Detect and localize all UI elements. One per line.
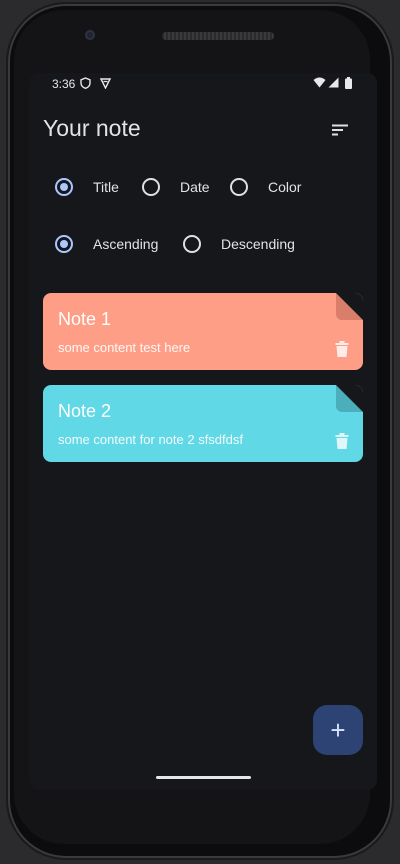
radio-label: Ascending: [93, 236, 159, 252]
device-viewport: 3:36 Your note Title Date Color Ascendin…: [0, 0, 400, 864]
home-indicator[interactable]: [156, 776, 251, 779]
cell-signal-icon: [328, 77, 339, 91]
sort-option-title[interactable]: Title: [55, 175, 119, 199]
shield-icon: [80, 77, 91, 92]
note-title: Note 2: [58, 401, 112, 421]
order-option-descending[interactable]: Descending: [183, 232, 295, 256]
add-icon: +: [330, 714, 346, 745]
note-content: some content test here: [58, 340, 191, 355]
page-title: Your note: [43, 115, 141, 141]
trash-icon: [335, 433, 349, 449]
note-fold-cutout: [336, 293, 363, 320]
trash-icon: [335, 341, 349, 357]
earpiece-speaker: [162, 32, 274, 40]
sort-option-date[interactable]: Date: [142, 175, 210, 199]
radio-label: Descending: [221, 236, 295, 252]
radio-unselected[interactable]: [230, 178, 248, 196]
radio-label: Color: [268, 179, 302, 195]
order-option-ascending[interactable]: Ascending: [55, 232, 158, 256]
app-screen: 3:36 Your note Title Date Color Ascendin…: [29, 73, 377, 790]
order-radio-group: Ascending Descending: [53, 232, 363, 256]
radio-unselected[interactable]: [142, 178, 160, 196]
radio-label: Title: [93, 179, 119, 195]
note-card[interactable]: Note 1 some content test here: [43, 293, 363, 370]
radio-selected[interactable]: [55, 235, 73, 253]
front-camera: [85, 30, 95, 40]
radio-label: Date: [180, 179, 210, 195]
note-fold-cutout: [336, 385, 363, 412]
note-title: Note 1: [58, 309, 112, 329]
radio-unselected[interactable]: [183, 235, 201, 253]
note-content: some content for note 2 sfsdfdsf: [58, 432, 243, 447]
radio-selected[interactable]: [55, 178, 73, 196]
vpn-icon: [99, 77, 112, 92]
delete-note-button[interactable]: [332, 339, 352, 359]
sort-toggle-button[interactable]: [325, 117, 355, 143]
sort-icon: [332, 124, 348, 136]
status-time: 3:36: [52, 77, 76, 91]
status-bar: 3:36: [29, 73, 377, 95]
sort-option-color[interactable]: Color: [230, 175, 301, 199]
delete-note-button[interactable]: [332, 431, 352, 451]
sort-by-radio-group: Title Date Color: [53, 175, 363, 199]
add-note-button[interactable]: +: [313, 705, 363, 755]
note-card[interactable]: Note 2 some content for note 2 sfsdfdsf: [43, 385, 363, 462]
wifi-icon: [313, 77, 326, 91]
battery-icon: [345, 77, 352, 92]
